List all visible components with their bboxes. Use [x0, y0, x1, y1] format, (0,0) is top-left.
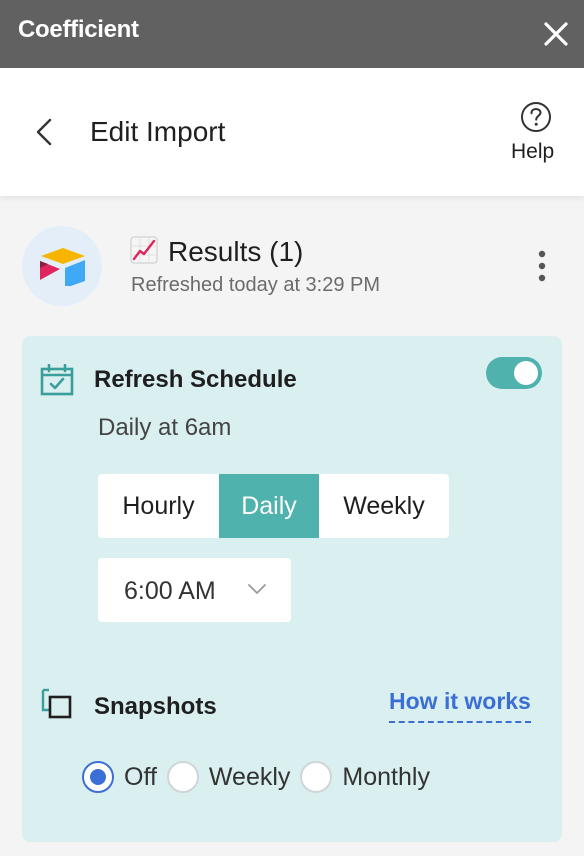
snapshot-radio-off[interactable]: Off	[82, 761, 167, 793]
help-button[interactable]: Help	[506, 100, 566, 166]
radio-label: Off	[124, 762, 157, 791]
close-icon[interactable]	[540, 18, 572, 50]
schedule-description: Daily at 6am	[98, 414, 232, 441]
chevron-down-icon	[247, 582, 267, 601]
toggle-knob	[514, 361, 538, 385]
page-title: Edit Import	[90, 116, 226, 147]
refresh-schedule-title: Refresh Schedule	[94, 366, 297, 393]
airtable-logo	[22, 226, 102, 306]
time-select[interactable]: 6:00 AM	[98, 558, 291, 622]
import-title-text: Results (1)	[168, 236, 304, 267]
frequency-hourly[interactable]: Hourly	[98, 474, 219, 538]
radio-circle	[82, 761, 114, 793]
app-title: Coefficient	[18, 16, 139, 43]
snapshots-title: Snapshots	[94, 693, 217, 720]
titlebar: Coefficient	[0, 0, 584, 68]
help-label: Help	[511, 140, 555, 163]
radio-circle	[300, 761, 333, 793]
help-icon	[521, 102, 551, 132]
import-title: Results (1)	[130, 236, 303, 268]
radio-label: Weekly	[208, 762, 291, 791]
radio-label: Monthly	[342, 762, 430, 791]
frequency-selector: Hourly Daily Weekly	[98, 474, 449, 538]
refresh-schedule-toggle[interactable]	[486, 357, 542, 389]
back-icon[interactable]	[30, 116, 58, 148]
snapshot-radio-weekly[interactable]: Weekly	[166, 761, 301, 793]
frequency-weekly[interactable]: Weekly	[319, 474, 449, 538]
snapshot-radio-monthly[interactable]: Monthly	[300, 761, 440, 793]
calendar-check-icon	[40, 363, 74, 401]
time-value: 6:00 AM	[124, 577, 216, 605]
chart-increasing-icon	[130, 236, 158, 264]
how-it-works-link[interactable]: How it works	[389, 688, 531, 723]
refreshed-text: Refreshed today at 3:29 PM	[131, 274, 381, 296]
frequency-daily[interactable]: Daily	[219, 474, 319, 538]
header: Edit Import Help	[0, 68, 584, 196]
snapshot-radio-group: Off Weekly Monthly	[82, 759, 440, 795]
schedule-card: Refresh Schedule Daily at 6am Hourly Dai…	[22, 336, 562, 842]
radio-circle	[166, 761, 199, 793]
more-options-icon[interactable]	[528, 248, 556, 284]
snapshot-copy-icon	[41, 688, 73, 725]
import-row: Results (1) Refreshed today at 3:29 PM	[0, 222, 584, 312]
